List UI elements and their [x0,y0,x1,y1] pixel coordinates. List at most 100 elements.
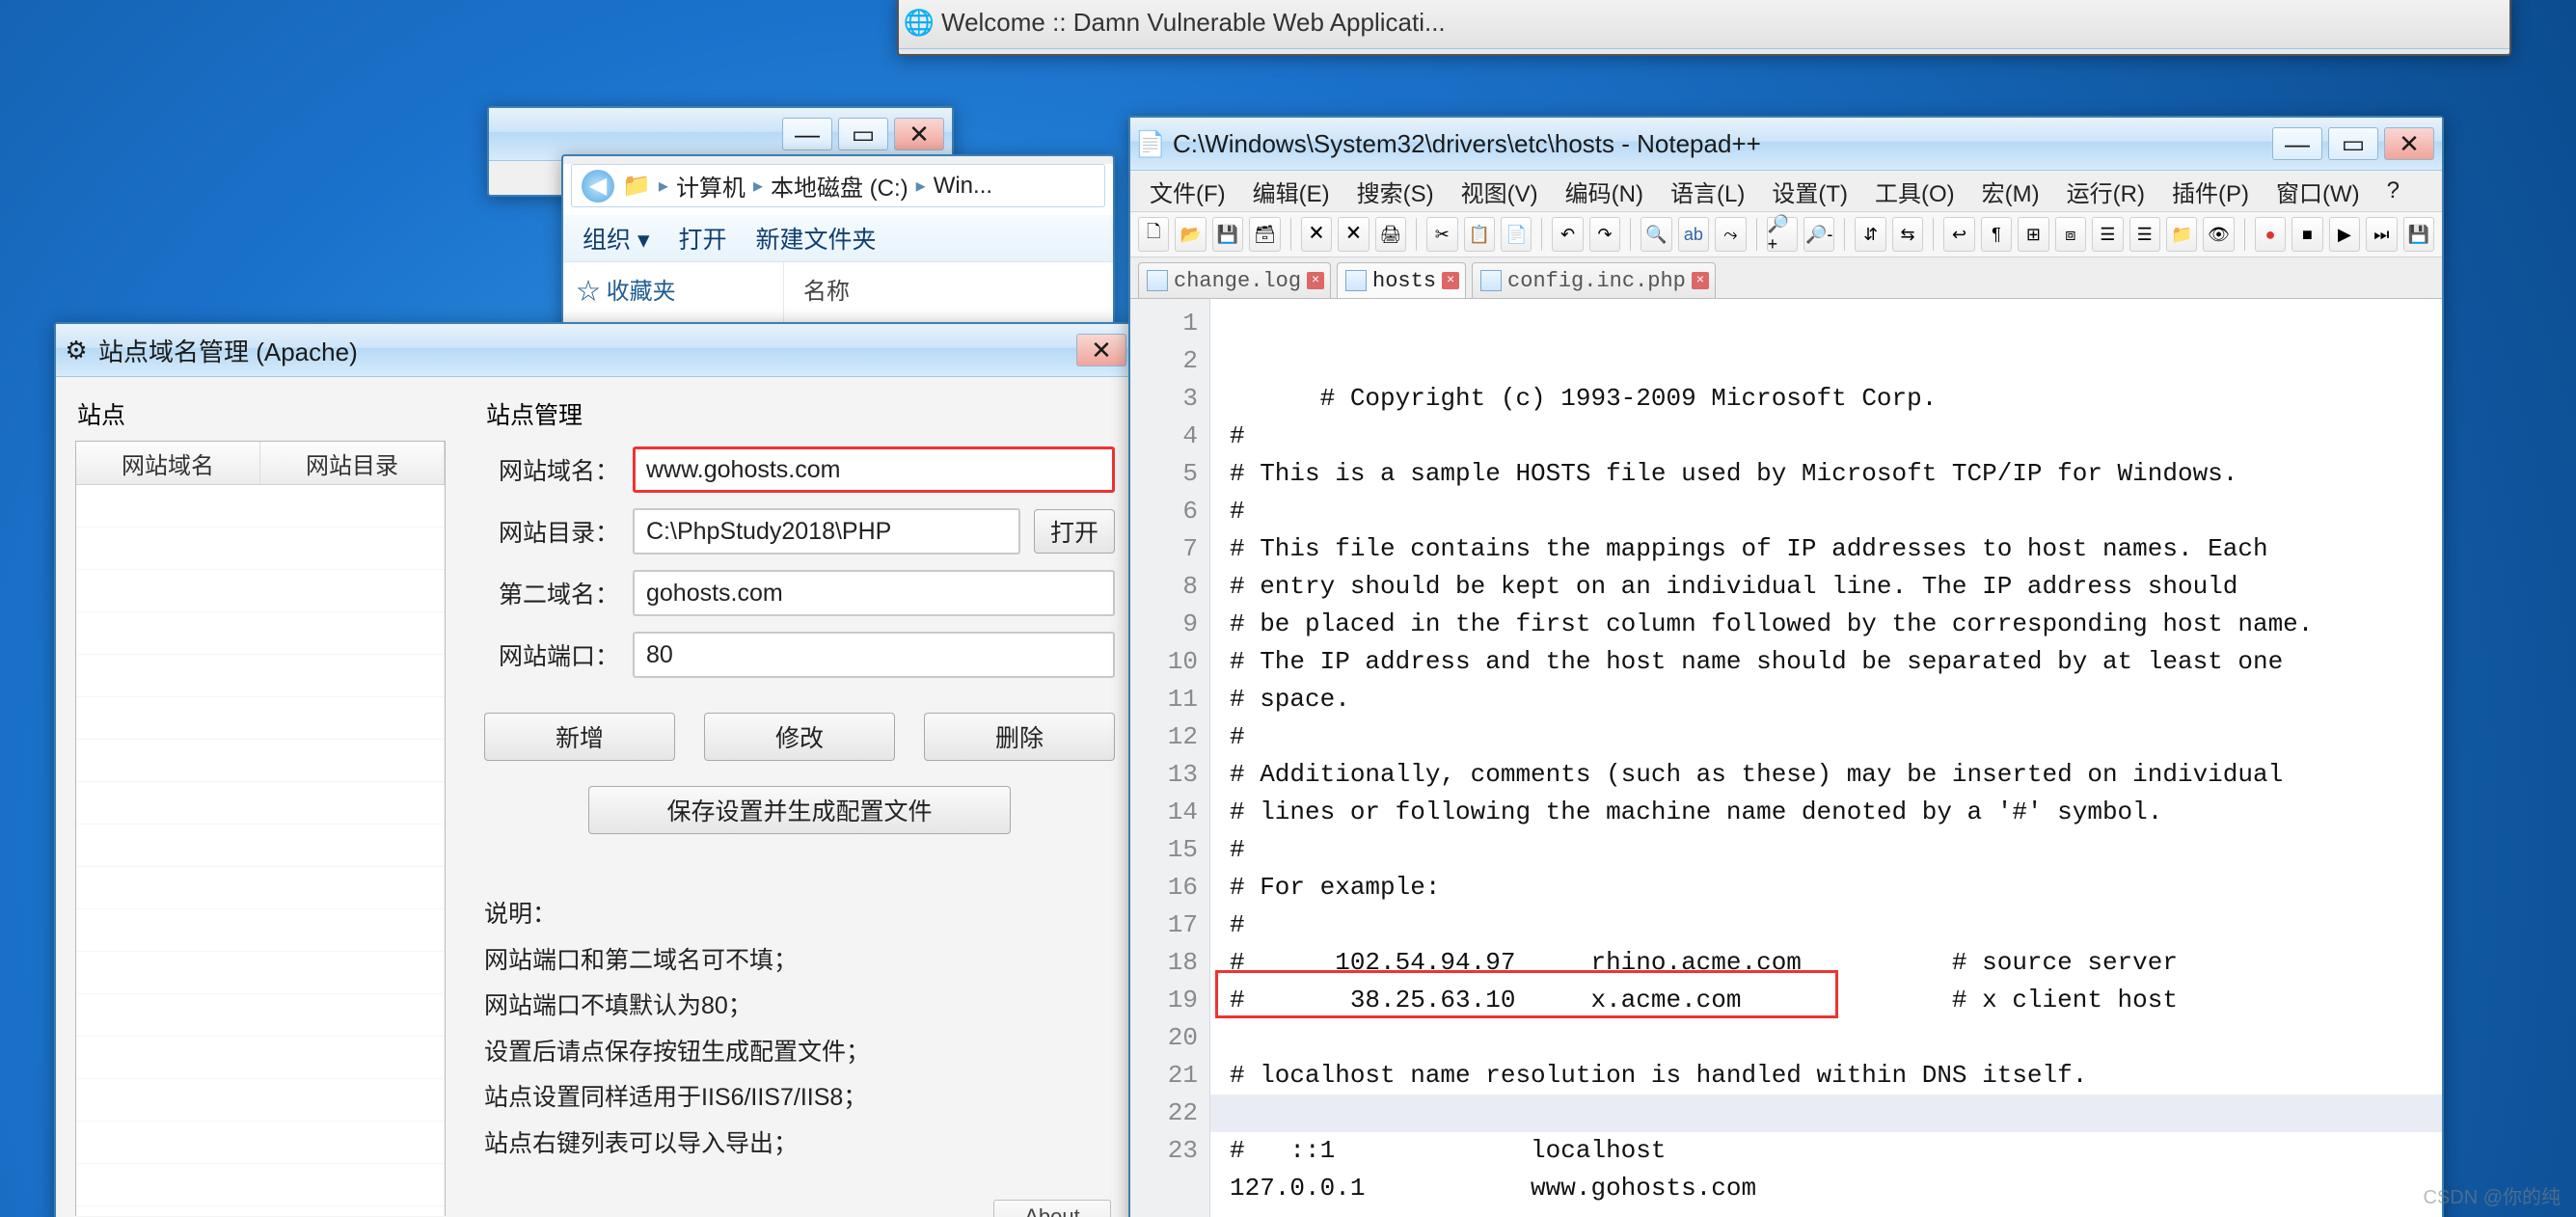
apache-left-pane: 站点 网站域名 网站目录 [56,377,465,1217]
stop-icon[interactable]: ■ [2291,217,2322,252]
undo-icon[interactable]: ↶ [1552,217,1583,252]
tab-changelog[interactable]: change.log × [1138,262,1331,298]
monitor-icon[interactable]: 👁 [2203,217,2234,252]
menu-edit[interactable]: 编辑(E) [1241,171,1342,212]
menu-help[interactable]: ? [2375,174,2411,208]
npp-toolbar: 🗋 📂 💾 🗃 🗙 🗙 🖨 ✂ 📋 📄 ↶ ↷ 🔍 ab ⤳ 🔎+ 🔎- ⇵ [1130,212,2442,257]
domain-label: 网站域名： [484,452,619,487]
apache-titlebar[interactable]: ⚙ 站点域名管理 (Apache) ✕ [56,324,1134,377]
domain-input[interactable]: www.gohosts.com [633,446,1115,493]
allchars-icon[interactable]: ¶ [1981,217,2012,252]
goto-icon[interactable]: ⤳ [1715,217,1746,252]
port-input[interactable]: 80 [633,632,1115,678]
second-domain-input[interactable]: gohosts.com [633,570,1115,616]
toolbar-separator [1756,218,1757,251]
zoomin-icon[interactable]: 🔎+ [1767,217,1798,252]
toolbar-separator [1630,218,1631,251]
code-area[interactable]: # Copyright (c) 1993-2009 Microsoft Corp… [1210,299,2442,1217]
save-icon[interactable]: 💾 [1212,217,1243,252]
menu-plugins[interactable]: 插件(P) [2160,171,2261,212]
line-gutter: 1 2 3 4 5 6 7 8 9 10 11 12 13 14 15 16 1… [1130,299,1210,1217]
close-tab-icon[interactable]: × [1442,272,1459,289]
paste-icon[interactable]: 📄 [1501,217,1532,252]
organize-menu[interactable]: 组织 ▾ [583,221,650,256]
apache-dialog: ⚙ 站点域名管理 (Apache) ✕ 站点 网站域名 网站目录 站点管理 网 [54,322,1136,1217]
doc-icon [1480,270,1502,291]
breadcrumb[interactable]: ◀ 📁 ▸ 计算机 ▸ 本地磁盘 (C:) ▸ Win... [571,164,1105,207]
column-header[interactable]: 名称 [803,272,1094,306]
redo-icon[interactable]: ↷ [1589,217,1620,252]
copy-icon[interactable]: 📋 [1464,217,1495,252]
desc-line: 网站端口不填默认为80； [484,984,1115,1030]
replace-icon[interactable]: ab [1678,217,1709,252]
tab-config[interactable]: config.inc.php × [1472,262,1716,298]
watermark: CSDN @你的纯 [2423,1181,2561,1209]
npp-editor[interactable]: 1 2 3 4 5 6 7 8 9 10 11 12 13 14 15 16 1… [1130,299,2442,1217]
menu-run[interactable]: 运行(R) [2055,171,2156,212]
new-icon[interactable]: 🗋 [1138,217,1169,252]
close-doc-icon[interactable]: 🗙 [1301,217,1332,252]
wordwrap-icon[interactable]: ↩ [1943,217,1974,252]
delete-button[interactable]: 删除 [924,713,1115,761]
minimize-button[interactable]: — [782,118,832,150]
closeall-icon[interactable]: 🗙 [1338,217,1369,252]
minimize-button[interactable]: — [2272,127,2322,160]
tab-hosts[interactable]: hosts × [1337,262,1466,298]
npp-titlebar[interactable]: 📄 C:\Windows\System32\drivers\etc\hosts … [1130,118,2442,171]
breadcrumb-item[interactable]: 计算机 [676,169,746,203]
funclist-icon[interactable]: ☰ [2129,217,2160,252]
saveall-icon[interactable]: 🗃 [1249,217,1280,252]
zoomout-icon[interactable]: 🔎- [1803,217,1834,252]
playrepeat-icon[interactable]: ⏭ [2366,217,2397,252]
record-icon[interactable]: ● [2255,217,2286,252]
breadcrumb-item[interactable]: 本地磁盘 (C:) [771,169,908,203]
cut-icon[interactable]: ✂ [1426,217,1457,252]
close-tab-icon[interactable]: × [1307,272,1324,289]
doc-icon [1147,270,1168,291]
menu-macro[interactable]: 宏(M) [1970,171,2051,212]
desc-line: 设置后请点保存按钮生成配置文件； [484,1030,1115,1076]
sync-v-icon[interactable]: ⇵ [1855,217,1885,252]
save-config-button[interactable]: 保存设置并生成配置文件 [588,786,1011,834]
menu-file[interactable]: 文件(F) [1138,171,1237,212]
docmap-icon[interactable]: ☰ [2092,217,2123,252]
favorites-item[interactable]: ☆ 收藏夹 [577,272,770,306]
open-dir-button[interactable]: 打开 [1034,509,1115,554]
maximize-button[interactable]: ▭ [2328,127,2378,160]
menu-window[interactable]: 窗口(W) [2264,171,2372,212]
udl-icon[interactable]: ⧈ [2055,217,2086,252]
open-button[interactable]: 打开 [679,221,727,256]
grid-rows[interactable] [76,485,445,1216]
maximize-button[interactable]: ▭ [838,118,888,150]
savemacro-icon[interactable]: 💾 [2403,217,2434,252]
edit-button[interactable]: 修改 [704,713,895,761]
sync-h-icon[interactable]: ⇆ [1892,217,1923,252]
about-tab[interactable]: About [993,1200,1111,1217]
menu-settings[interactable]: 设置(T) [1760,171,1859,212]
close-tab-icon[interactable]: × [1692,272,1709,289]
breadcrumb-item[interactable]: Win... [934,173,992,200]
menu-view[interactable]: 视图(V) [1450,171,1550,212]
close-button[interactable]: ✕ [2384,127,2434,160]
close-button[interactable]: ✕ [1076,334,1126,366]
play-icon[interactable]: ▶ [2329,217,2360,252]
menu-encoding[interactable]: 编码(N) [1554,171,1655,212]
dir-input[interactable]: C:\PhpStudy2018\PHP [633,508,1020,554]
add-button[interactable]: 新增 [484,713,675,761]
open-icon[interactable]: 📂 [1175,217,1206,252]
grid-header-dir[interactable]: 网站目录 [260,442,445,484]
npp-title: C:\Windows\System32\drivers\etc\hosts - … [1173,129,1761,159]
toolbar-separator [1290,218,1291,251]
find-icon[interactable]: 🔍 [1641,217,1671,252]
site-grid[interactable]: 网站域名 网站目录 [75,441,446,1216]
menu-search[interactable]: 搜索(S) [1345,171,1446,212]
folderasws-icon[interactable]: 📁 [2166,217,2197,252]
close-button[interactable]: ✕ [894,118,944,150]
indentguide-icon[interactable]: ⊞ [2018,217,2048,252]
menu-tools[interactable]: 工具(O) [1863,171,1966,212]
grid-header-domain[interactable]: 网站域名 [76,442,260,484]
print-icon[interactable]: 🖨 [1375,217,1406,252]
nav-back-icon[interactable]: ◀ [582,170,614,203]
newfolder-button[interactable]: 新建文件夹 [756,221,877,256]
menu-language[interactable]: 语言(L) [1659,171,1756,212]
